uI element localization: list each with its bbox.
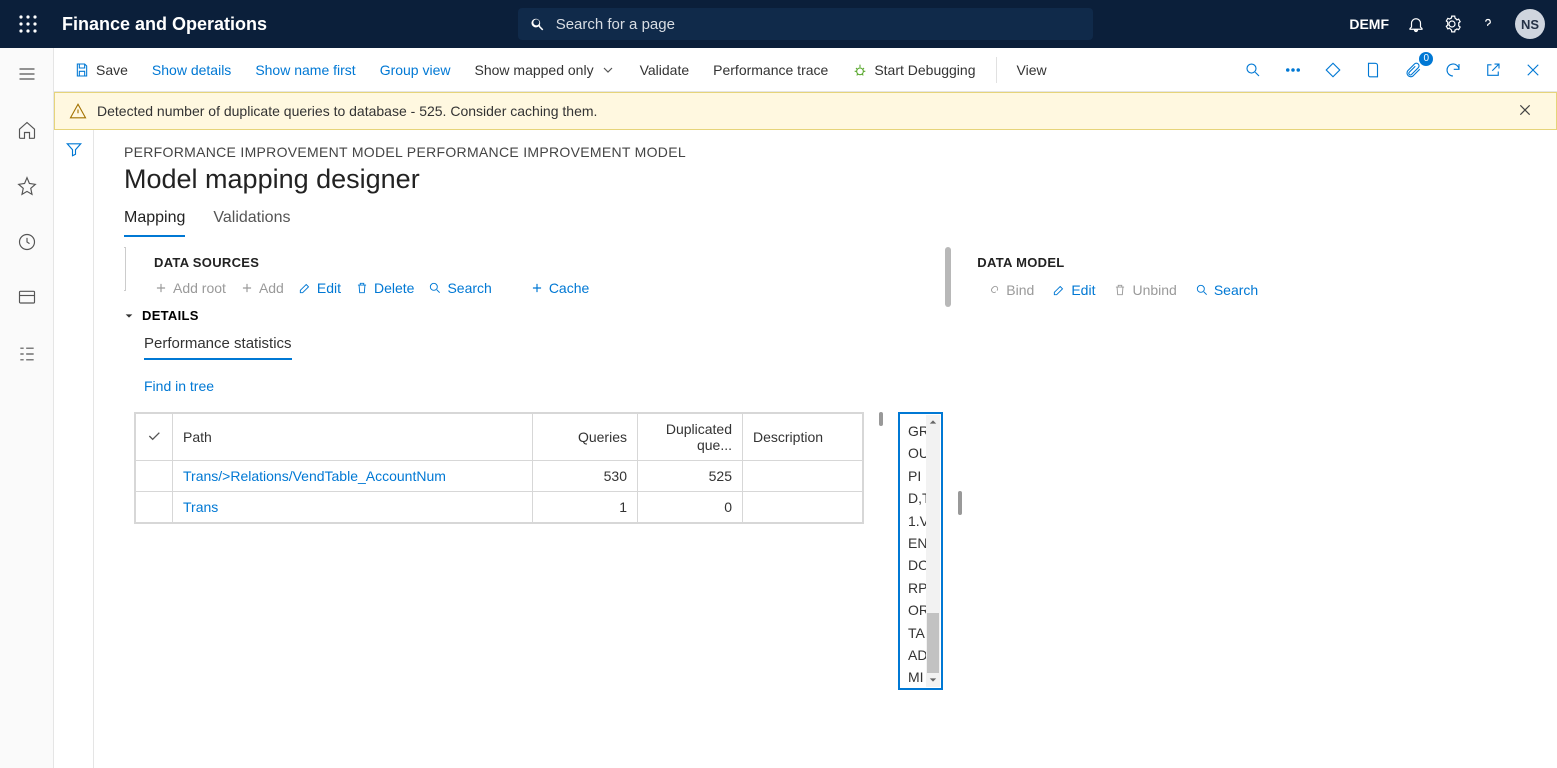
select-all-header[interactable] [136, 414, 173, 461]
description-cell [743, 492, 863, 523]
delete-button[interactable]: Delete [355, 280, 414, 296]
view-button[interactable]: View [1007, 56, 1057, 84]
show-mapped-only-dropdown[interactable]: Show mapped only [465, 56, 626, 84]
col-description[interactable]: Description [743, 414, 863, 461]
company-label[interactable]: DEMF [1349, 16, 1389, 32]
gear-icon[interactable] [1443, 15, 1461, 33]
scroll-down-icon[interactable] [926, 673, 940, 687]
queries-cell: 530 [533, 461, 638, 492]
validate-button[interactable]: Validate [630, 56, 700, 84]
global-search[interactable] [518, 8, 1093, 40]
attachments-icon[interactable]: 0 [1399, 56, 1427, 84]
bind-button: Bind [987, 282, 1034, 298]
global-search-input[interactable] [556, 16, 1081, 33]
dm-edit-button[interactable]: Edit [1052, 282, 1095, 298]
user-avatar[interactable]: NS [1515, 9, 1545, 39]
waffle-icon[interactable] [12, 8, 44, 40]
vertical-splitter[interactable] [957, 247, 963, 758]
modules-icon[interactable] [9, 336, 45, 372]
debug-icon [852, 62, 868, 78]
help-icon[interactable] [1479, 15, 1497, 33]
scroll-up-icon[interactable] [926, 415, 940, 429]
table-row[interactable]: Trans/>Relations/VendTable_AccountNum 53… [136, 461, 863, 492]
tab-validations[interactable]: Validations [213, 209, 290, 237]
warning-text: Detected number of duplicate queries to … [97, 103, 597, 119]
sql-scrollbar[interactable] [926, 415, 940, 687]
group-view-button[interactable]: Group view [370, 56, 461, 84]
performance-table: Path Queries Duplicated que... Descripti… [134, 412, 864, 524]
scrollbar-thumb[interactable] [927, 613, 939, 673]
funnel-icon [65, 140, 83, 158]
main-tabs: Mapping Validations [124, 209, 1537, 237]
data-sources-header: DATA SOURCES [124, 247, 943, 278]
diamond-icon[interactable] [1319, 56, 1347, 84]
col-path[interactable]: Path [173, 414, 533, 461]
search-toolbar-icon[interactable] [1239, 56, 1267, 84]
details-header[interactable]: DETAILS [124, 306, 943, 329]
duplicated-cell: 0 [638, 492, 743, 523]
filter-column[interactable] [54, 130, 94, 768]
warning-icon [69, 102, 87, 120]
perf-stats-tab[interactable]: Performance statistics [144, 335, 292, 360]
collapse-icon [124, 311, 134, 321]
star-icon[interactable] [9, 168, 45, 204]
start-debugging-button[interactable]: Start Debugging [842, 56, 985, 84]
home-icon[interactable] [9, 112, 45, 148]
unbind-button: Unbind [1113, 282, 1176, 298]
sql-query-box[interactable]: GROUPID,T1.VENDORPORTALADMINISTRATORRECI… [898, 412, 943, 690]
find-in-tree-link[interactable]: Find in tree [144, 378, 943, 394]
attachments-badge: 0 [1419, 52, 1433, 66]
warning-banner: Detected number of duplicate queries to … [54, 92, 1557, 130]
warning-close-button[interactable] [1518, 103, 1542, 120]
chevron-down-icon [600, 62, 616, 78]
table-row[interactable]: Trans 1 0 [136, 492, 863, 523]
close-icon[interactable] [1519, 56, 1547, 84]
cache-button[interactable]: Cache [530, 280, 589, 296]
show-name-first-button[interactable]: Show name first [245, 56, 365, 84]
add-button: Add [240, 280, 284, 296]
horizontal-splitter[interactable] [874, 412, 888, 426]
breadcrumb: PERFORMANCE IMPROVEMENT MODEL PERFORMANC… [124, 144, 1537, 160]
clock-icon[interactable] [9, 224, 45, 260]
popout-icon[interactable] [1479, 56, 1507, 84]
path-link[interactable]: Trans [183, 499, 218, 515]
edit-button[interactable]: Edit [298, 280, 341, 296]
add-root-button: Add root [154, 280, 226, 296]
save-button[interactable]: Save [64, 56, 138, 84]
performance-trace-button[interactable]: Performance trace [703, 56, 838, 84]
command-bar: Save Show details Show name first Group … [54, 48, 1557, 92]
col-queries[interactable]: Queries [533, 414, 638, 461]
expand-pane-button[interactable] [124, 247, 126, 291]
hamburger-icon[interactable] [9, 56, 45, 92]
queries-cell: 1 [533, 492, 638, 523]
scrollbar-thumb[interactable] [945, 247, 951, 307]
left-nav [0, 48, 54, 768]
bell-icon[interactable] [1407, 15, 1425, 33]
data-model-header: DATA MODEL [977, 247, 1537, 278]
path-link[interactable]: Trans/>Relations/VendTable_AccountNum [183, 468, 446, 484]
workspace-icon[interactable] [9, 280, 45, 316]
page-title: Model mapping designer [124, 164, 1537, 195]
ds-search-button[interactable]: Search [428, 280, 491, 296]
more-icon[interactable] [1279, 56, 1307, 84]
app-title: Finance and Operations [62, 14, 267, 35]
duplicated-cell: 525 [638, 461, 743, 492]
dm-search-button[interactable]: Search [1195, 282, 1258, 298]
topbar: Finance and Operations DEMF NS [0, 0, 1557, 48]
save-label: Save [96, 62, 128, 78]
tab-mapping[interactable]: Mapping [124, 209, 185, 237]
dm-toolbar: Bind Edit Unbind Search [977, 278, 1537, 308]
book-icon[interactable] [1359, 56, 1387, 84]
table-header-row: Path Queries Duplicated que... Descripti… [136, 414, 863, 461]
search-icon [530, 16, 546, 32]
col-duplicated[interactable]: Duplicated que... [638, 414, 743, 461]
description-cell [743, 461, 863, 492]
refresh-icon[interactable] [1439, 56, 1467, 84]
ds-toolbar: Add root Add Edit Delete Search Cache [124, 278, 943, 306]
show-details-button[interactable]: Show details [142, 56, 241, 84]
